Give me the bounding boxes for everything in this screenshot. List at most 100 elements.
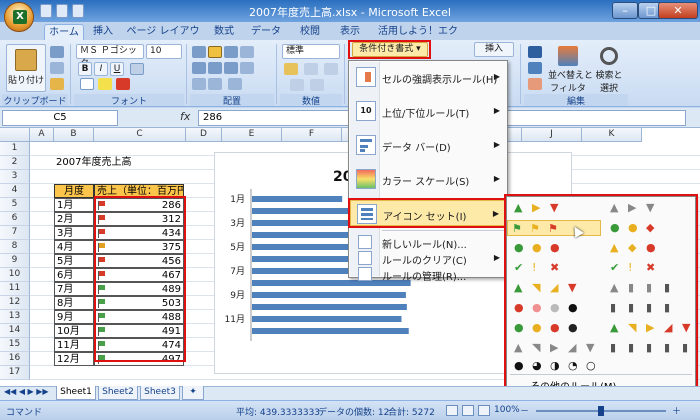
month-cell[interactable]: 4月 (54, 240, 94, 254)
tab-formulas[interactable]: 数式 (208, 24, 240, 40)
align-left-icon[interactable] (192, 62, 206, 74)
column-header[interactable]: A (30, 128, 54, 142)
increase-decimal-icon[interactable] (290, 79, 304, 91)
zoom-level[interactable]: 100% (494, 405, 520, 415)
fill-icon[interactable] (528, 62, 542, 74)
tab-review[interactable]: 校閲 (294, 24, 326, 40)
column-header[interactable]: K (582, 128, 642, 142)
paste-button[interactable]: 貼り付け (6, 44, 46, 92)
percent-icon[interactable] (304, 63, 318, 75)
copy-icon[interactable] (50, 62, 64, 74)
menu-item-top-bottom[interactable]: 10 上位/下位ルール(T) ▶ (350, 98, 506, 124)
font-color-icon[interactable] (116, 78, 130, 90)
month-cell[interactable]: 11月 (54, 338, 94, 352)
increase-indent-icon[interactable] (208, 78, 222, 90)
sheet-tab-2[interactable]: Sheet2 (98, 386, 138, 400)
page-layout-view-icon[interactable] (462, 405, 474, 416)
merge-center-icon[interactable] (228, 78, 242, 90)
month-cell[interactable]: 1月 (54, 198, 94, 212)
normal-view-icon[interactable] (446, 405, 458, 416)
wrap-text-icon[interactable] (240, 62, 254, 74)
row-header[interactable]: 1 (0, 142, 30, 156)
undo-icon[interactable] (56, 4, 68, 18)
row-header[interactable]: 8 (0, 240, 30, 254)
row-header[interactable]: 7 (0, 226, 30, 240)
month-cell[interactable]: 2月 (54, 212, 94, 226)
orientation-icon[interactable] (240, 46, 254, 58)
align-bottom-icon[interactable] (224, 46, 238, 58)
align-middle-icon[interactable] (208, 46, 222, 58)
tab-data[interactable]: データ (248, 24, 284, 40)
menu-item-highlight-rules[interactable]: セルの強調表示ルール(H) ▶ (350, 64, 506, 90)
row-header[interactable]: 14 (0, 324, 30, 338)
column-header[interactable]: F (282, 128, 342, 142)
menu-item-manage-rules[interactable]: ルールの管理(R)... (350, 266, 506, 283)
menu-item-data-bars[interactable]: データ バー(D) ▶ (350, 132, 506, 158)
table-title[interactable]: 2007年度売上高 (54, 156, 133, 170)
column-header[interactable]: B (54, 128, 94, 142)
row-header[interactable]: 11 (0, 282, 30, 296)
insert-cells-button[interactable]: 挿入 (474, 42, 514, 57)
find-select-button[interactable]: 検索と 選択 (592, 44, 626, 94)
row-header[interactable]: 12 (0, 296, 30, 310)
format-painter-icon[interactable] (50, 78, 64, 90)
row-header[interactable]: 6 (0, 212, 30, 226)
column-header[interactable]: C (94, 128, 186, 142)
cut-icon[interactable] (50, 46, 64, 58)
header-month[interactable]: 月度 (54, 184, 94, 198)
row-header[interactable]: 2 (0, 156, 30, 170)
zoom-slider-thumb[interactable] (598, 406, 604, 416)
month-cell[interactable]: 6月 (54, 268, 94, 282)
tab-view[interactable]: 表示 (334, 24, 366, 40)
tab-page-layout[interactable]: ページ レイアウト (124, 24, 202, 53)
zoom-out-button[interactable]: － (520, 404, 529, 417)
row-header[interactable]: 10 (0, 268, 30, 282)
column-header[interactable]: J (522, 128, 582, 142)
tab-insert[interactable]: 挿入 (88, 24, 118, 40)
underline-button[interactable]: U (110, 62, 124, 76)
row-header[interactable]: 4 (0, 184, 30, 198)
row-header[interactable]: 5 (0, 198, 30, 212)
office-button[interactable]: X (4, 2, 34, 32)
column-header[interactable]: D (186, 128, 222, 142)
close-button[interactable]: ✕ (658, 2, 698, 19)
autosum-icon[interactable] (528, 46, 542, 58)
save-icon[interactable] (40, 4, 52, 18)
month-cell[interactable]: 3月 (54, 226, 94, 240)
bold-button[interactable]: B (78, 62, 92, 76)
decrease-indent-icon[interactable] (192, 78, 206, 90)
row-header[interactable]: 17 (0, 366, 30, 380)
fill-color-icon[interactable] (98, 78, 112, 90)
align-center-icon[interactable] (208, 62, 222, 74)
page-break-view-icon[interactable] (478, 405, 490, 416)
border-icon[interactable] (80, 78, 94, 90)
month-cell[interactable]: 10月 (54, 324, 94, 338)
sort-filter-button[interactable]: 並べ替えと フィルタ (548, 44, 593, 94)
month-cell[interactable]: 8月 (54, 296, 94, 310)
font-name-select[interactable]: ＭＳ Ｐゴシック (76, 44, 144, 69)
menu-item-new-rule[interactable]: 新しいルール(N)... (350, 234, 506, 251)
comma-icon[interactable] (324, 63, 338, 75)
zoom-in-button[interactable]: ＋ (672, 404, 681, 417)
italic-button[interactable]: I (94, 62, 108, 76)
row-header[interactable]: 3 (0, 170, 30, 184)
sheet-nav-icon[interactable]: ◀◀ ◀ ▶ ▶▶ (4, 387, 49, 396)
sheet-tab-3[interactable]: Sheet3 (140, 386, 180, 400)
currency-icon[interactable] (284, 63, 298, 75)
tab-excel-tips[interactable]: 活用しよう！エクセル (374, 24, 462, 53)
minimize-button[interactable]: – (612, 2, 638, 19)
font-size-select[interactable]: 10 (146, 44, 182, 59)
decrease-decimal-icon[interactable] (310, 79, 324, 91)
month-cell[interactable]: 5月 (54, 254, 94, 268)
name-box[interactable]: C5 (2, 110, 118, 126)
select-all[interactable] (0, 128, 30, 142)
row-header[interactable]: 15 (0, 338, 30, 352)
menu-item-clear-rules[interactable]: ルールのクリア(C) ▶ (350, 250, 506, 267)
clear-icon[interactable] (528, 78, 542, 90)
tab-home[interactable]: ホーム (44, 24, 84, 40)
sheet-tab-1[interactable]: Sheet1 (56, 386, 96, 400)
align-top-icon[interactable] (192, 46, 206, 58)
month-cell[interactable]: 9月 (54, 310, 94, 324)
redo-icon[interactable] (72, 4, 84, 18)
menu-item-color-scales[interactable]: カラー スケール(S) ▶ (350, 166, 506, 192)
